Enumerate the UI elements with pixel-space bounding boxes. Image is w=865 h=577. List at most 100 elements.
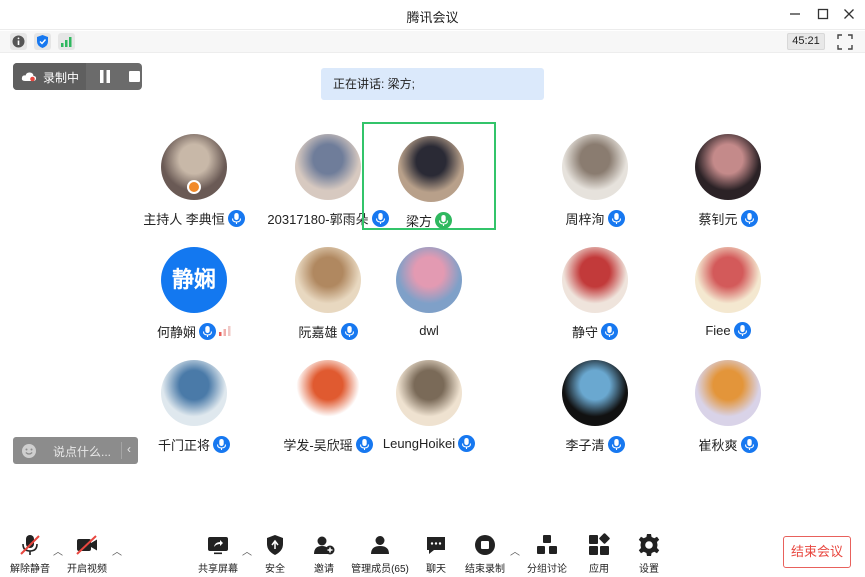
mic-icon (458, 435, 476, 453)
avatar (295, 360, 361, 426)
close-icon[interactable] (839, 5, 859, 25)
info-icon[interactable] (10, 33, 27, 50)
apps-label: 应用 (589, 564, 609, 575)
share-screen-button[interactable]: 共享屏幕 (197, 533, 239, 575)
maximize-icon[interactable] (813, 5, 833, 25)
participant-name: 梁方 (405, 214, 432, 229)
participant-tile[interactable]: 蔡钊元 (661, 122, 795, 230)
avatar (562, 360, 628, 426)
start-video-button[interactable]: 开启视频 (66, 533, 108, 575)
breakout-rooms-button[interactable]: 分组讨论 (526, 533, 568, 575)
stop-record-icon (475, 535, 495, 555)
window-title: 腾讯会议 (406, 10, 459, 25)
video-options-chevron-icon[interactable]: ︿ (112, 543, 122, 558)
quick-chat-input[interactable]: 说点什么... ‹ (13, 437, 138, 464)
chat-button[interactable]: 聊天 (421, 533, 451, 575)
participant-tile[interactable]: LeungHoikei (362, 348, 496, 456)
manage-members-label: 管理成员(65) (351, 564, 409, 575)
avatar (161, 360, 227, 426)
shield-icon (267, 535, 283, 555)
recording-control: 录制中 (13, 63, 142, 90)
avatar (398, 136, 464, 202)
emoji-icon[interactable] (21, 443, 37, 459)
participant-name-line: dwl (342, 322, 516, 338)
avatar (396, 247, 462, 313)
end-recording-label: 结束录制 (465, 564, 505, 575)
participant-tile[interactable]: 崔秋爽 (661, 348, 795, 456)
recording-label: 录制中 (43, 71, 80, 85)
participant-name: 静守 (571, 325, 598, 340)
share-screen-icon (208, 537, 228, 555)
participant-name-line: 崔秋爽 (641, 435, 815, 454)
invite-label: 邀请 (314, 564, 334, 575)
share-options-chevron-icon[interactable]: ︿ (242, 543, 252, 558)
avatar (396, 360, 462, 426)
mic-speaking-icon (435, 212, 452, 229)
mic-icon (213, 436, 230, 453)
minimize-icon[interactable] (785, 5, 805, 25)
host-badge-icon (187, 180, 201, 194)
weak-signal-icon (219, 324, 231, 339)
chat-bubble-icon (427, 537, 445, 554)
participant-name: 周梓洵 (565, 212, 605, 227)
avatar (295, 247, 361, 313)
participant-name: 阮嘉雄 (298, 325, 338, 340)
end-meeting-button[interactable]: 结束会议 (783, 536, 851, 568)
bottom-toolbar: 解除静音 ︿ 开启视频 ︿ 共享屏幕 ︿ 安全 邀请 管理成员(65) 聊天 结… (0, 527, 865, 577)
participant-name-line: Fiee (641, 322, 815, 340)
mic-icon (740, 436, 758, 453)
pause-recording-icon[interactable] (99, 70, 111, 83)
mic-icon (607, 436, 625, 453)
avatar (562, 247, 628, 313)
participant-tile[interactable]: 梁方 (362, 122, 496, 230)
participant-name: 蔡钊元 (698, 212, 738, 227)
participant-name: Fiee (705, 323, 731, 339)
security-button[interactable]: 安全 (260, 533, 290, 575)
mic-icon (199, 323, 216, 340)
avatar-initials: 静娴 (161, 247, 227, 313)
participant-tile[interactable]: Fiee (661, 235, 795, 343)
recording-status[interactable]: 录制中 (13, 63, 86, 90)
security-label: 安全 (265, 564, 285, 575)
start-video-label: 开启视频 (67, 564, 107, 575)
participant-tile[interactable]: dwl (362, 235, 496, 343)
breakout-icon (537, 535, 557, 554)
participant-name: LeungHoikei (382, 436, 456, 452)
recording-options-chevron-icon[interactable]: ︿ (510, 543, 520, 558)
participant-name: 何静娴 (156, 325, 196, 340)
end-recording-button[interactable]: 结束录制 (464, 533, 506, 575)
audio-options-chevron-icon[interactable]: ︿ (53, 543, 63, 558)
video-off-icon (76, 535, 97, 555)
manage-members-button[interactable]: 管理成员(65) (349, 533, 411, 575)
network-signal-icon[interactable] (58, 33, 75, 50)
participant-name: 李子清 (565, 438, 605, 453)
settings-label: 设置 (639, 564, 659, 575)
muted-mic-icon (20, 535, 40, 555)
breakout-label: 分组讨论 (527, 564, 567, 575)
stop-recording-icon[interactable] (128, 63, 142, 90)
invite-button[interactable]: 邀请 (309, 533, 339, 575)
shield-icon[interactable] (34, 33, 51, 50)
avatar (295, 134, 361, 200)
participant-name: 崔秋爽 (698, 438, 738, 453)
avatar (695, 134, 761, 200)
meeting-timer: 45:21 (787, 33, 825, 50)
avatar (695, 360, 761, 426)
speaking-indicator: 正在讲话: 梁方; (321, 68, 544, 100)
mic-icon (607, 210, 625, 227)
gear-icon (638, 534, 660, 556)
collapse-chat-icon[interactable]: ‹ (127, 442, 131, 456)
apps-grid-icon (589, 533, 610, 555)
settings-button[interactable]: 设置 (635, 533, 663, 575)
mic-icon (740, 210, 758, 227)
mic-icon (733, 322, 751, 340)
members-icon (371, 536, 389, 554)
avatar (695, 247, 761, 313)
unmute-button[interactable]: 解除静音 (10, 533, 50, 575)
participant-name: 主持人 李典恒 (143, 212, 225, 227)
participant-name-line: LeungHoikei (342, 435, 516, 453)
divider (121, 442, 122, 459)
chat-placeholder: 说点什么... (53, 445, 112, 459)
apps-button[interactable]: 应用 (585, 533, 613, 575)
fullscreen-icon[interactable] (837, 34, 853, 50)
